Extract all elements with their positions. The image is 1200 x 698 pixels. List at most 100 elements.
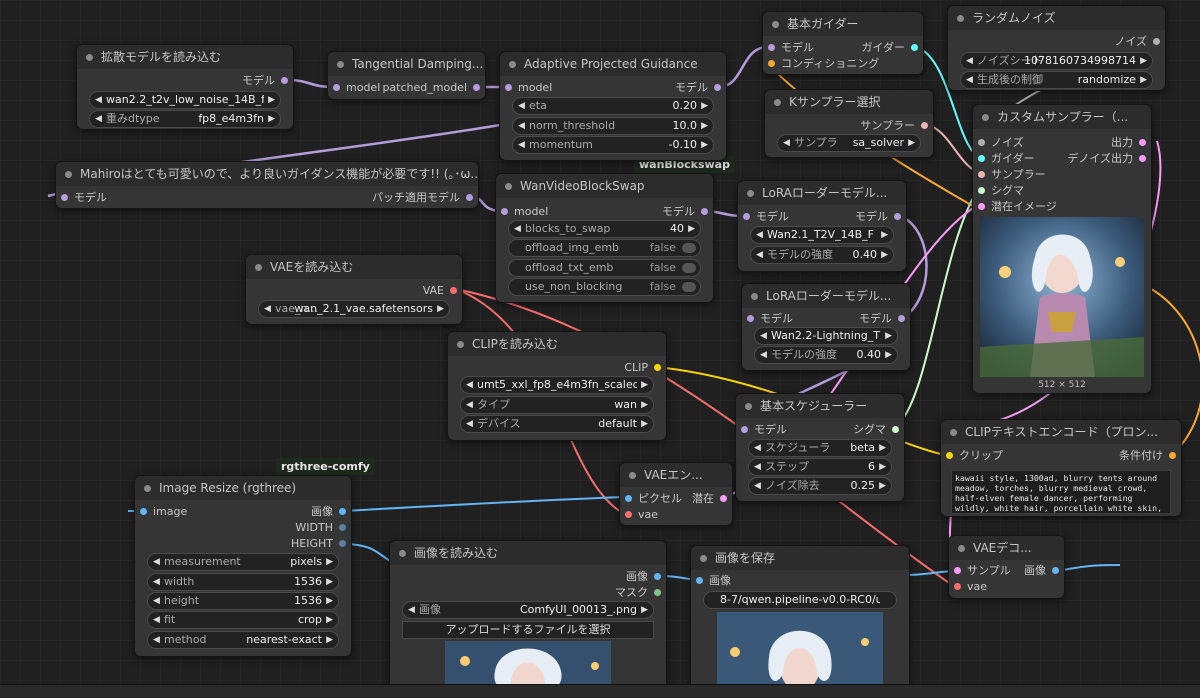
- node-title[interactable]: Kサンプラー選択: [765, 90, 933, 114]
- output-denoised-socket[interactable]: [1139, 155, 1146, 162]
- input-model-socket[interactable]: [741, 426, 748, 433]
- right-arrow-icon[interactable]: ▶: [326, 593, 333, 609]
- input-model-socket[interactable]: [743, 213, 750, 220]
- prompt-textarea[interactable]: kawaii style, 1300ad, blurry tents aroun…: [951, 470, 1171, 514]
- momentum-number[interactable]: ◀ momentum -0.10 ▶: [512, 136, 714, 154]
- right-arrow-icon[interactable]: ▶: [641, 377, 648, 393]
- node-wanvideo-blockswap[interactable]: WanVideoBlockSwap model モデル ◀ blocks_to_sw…: [495, 173, 714, 303]
- output-conditioning-socket[interactable]: [1169, 452, 1176, 459]
- right-arrow-icon[interactable]: ▶: [641, 602, 648, 618]
- node-title[interactable]: LoRAローダーモデル...: [738, 181, 906, 205]
- lora-strength-number[interactable]: ◀ モデルの強度 0.40 ▶: [754, 346, 898, 364]
- right-arrow-icon[interactable]: ▶: [268, 92, 275, 108]
- input-vae-socket[interactable]: [625, 511, 632, 518]
- node-title[interactable]: 画像を読み込む: [390, 541, 666, 565]
- output-image-socket[interactable]: [1052, 567, 1059, 574]
- control-after-generate-combo[interactable]: ◀ 生成後の制御 randomize ▶: [960, 71, 1153, 89]
- left-arrow-icon[interactable]: ◀: [754, 459, 761, 475]
- input-samples-socket[interactable]: [954, 567, 961, 574]
- lora-strength-number[interactable]: ◀ モデルの強度 0.40 ▶: [750, 246, 894, 264]
- node-vae-encode[interactable]: VAEエン... ピクセル 潜在 vae: [619, 462, 733, 526]
- input-latent-socket[interactable]: [978, 203, 985, 210]
- node-basic-guider[interactable]: 基本ガイダー モデル ガイダー コンディショニング: [762, 11, 924, 75]
- right-arrow-icon[interactable]: ▶: [688, 221, 695, 237]
- collapse-dot[interactable]: [772, 21, 779, 28]
- width-number[interactable]: ◀ width 1536 ▶: [147, 573, 339, 591]
- clip-name-combo[interactable]: ◀ umt5_xxl_fp8_e4m3fn_scaled.sa... ▶: [460, 376, 654, 394]
- left-arrow-icon[interactable]: ◀: [466, 397, 473, 413]
- lora-name-combo[interactable]: ◀ Wan2.1_T2V_14B_F ... ▶: [750, 226, 894, 244]
- collapse-dot[interactable]: [255, 264, 262, 271]
- left-arrow-icon[interactable]: ◀: [756, 227, 763, 243]
- output-model-socket[interactable]: [473, 84, 480, 91]
- collapse-dot[interactable]: [751, 293, 758, 300]
- left-arrow-icon[interactable]: ◀: [153, 612, 160, 628]
- output-model-socket[interactable]: [714, 84, 721, 91]
- denoise-number[interactable]: ◀ ノイズ除去 0.25 ▶: [748, 477, 892, 495]
- left-arrow-icon[interactable]: ◀: [518, 137, 525, 153]
- input-clip-socket[interactable]: [946, 452, 953, 459]
- output-output-socket[interactable]: [1139, 139, 1146, 146]
- right-arrow-icon[interactable]: ▶: [1140, 53, 1147, 69]
- right-arrow-icon[interactable]: ▶: [326, 632, 333, 648]
- left-arrow-icon[interactable]: ◀: [756, 247, 763, 263]
- right-arrow-icon[interactable]: ▶: [885, 328, 892, 344]
- input-model-socket[interactable]: [747, 315, 754, 322]
- node-title[interactable]: 拡散モデルを読み込む: [77, 45, 293, 69]
- collapse-dot[interactable]: [629, 472, 636, 479]
- output-model-socket[interactable]: [894, 213, 901, 220]
- output-vae-socket[interactable]: [450, 287, 457, 294]
- right-arrow-icon[interactable]: ▶: [326, 612, 333, 628]
- left-arrow-icon[interactable]: ◀: [153, 554, 160, 570]
- blocks-to-swap-number[interactable]: ◀ blocks_to_swap 40 ▶: [508, 220, 701, 238]
- collapse-dot[interactable]: [747, 190, 754, 197]
- clip-device-combo[interactable]: ◀ デバイス default ▶: [460, 415, 654, 433]
- right-arrow-icon[interactable]: ▶: [326, 574, 333, 590]
- output-sigmas-socket[interactable]: [892, 426, 899, 433]
- right-arrow-icon[interactable]: ▶: [641, 416, 648, 432]
- collapse-dot[interactable]: [86, 54, 93, 61]
- collapse-dot[interactable]: [700, 555, 707, 562]
- toggle-switch-icon[interactable]: [682, 282, 696, 292]
- output-sampler-socket[interactable]: [921, 122, 928, 129]
- node-title[interactable]: VAEデコ...: [949, 536, 1064, 560]
- node-graph-canvas[interactable]: wanBlockswap rgthree-comfy 拡散モデルを読み込む モデ…: [0, 0, 1200, 698]
- right-arrow-icon[interactable]: ▶: [879, 459, 886, 475]
- input-noise-socket[interactable]: [978, 139, 985, 146]
- output-clip-socket[interactable]: [654, 364, 661, 371]
- output-width-socket[interactable]: [339, 524, 346, 531]
- method-combo[interactable]: ◀ method nearest-exact ▶: [147, 631, 339, 649]
- node-save-image[interactable]: 画像を保存 画像 8-7/qwen.pipeline-v0.0-RC0/upsc…: [690, 545, 910, 692]
- collapse-dot[interactable]: [774, 99, 781, 106]
- left-arrow-icon[interactable]: ◀: [754, 478, 761, 494]
- node-mahiro-guidance[interactable]: Mahiroはとても可愛いので、より良いガイダンス機能が必要です!! (｡･ω.…: [55, 161, 479, 209]
- image-file-combo[interactable]: ◀ 画像 ComfyUI_00013_.png ▶: [402, 601, 654, 619]
- node-title[interactable]: Mahiroはとても可愛いので、より良いガイダンス機能が必要です!! (｡･ω.…: [56, 162, 478, 186]
- node-clip-loader[interactable]: CLIPを読み込む CLIP ◀ umt5_xxl_fp8_e4m3fn_scal…: [447, 331, 667, 441]
- output-mask-socket[interactable]: [654, 589, 661, 596]
- right-arrow-icon[interactable]: ▶: [437, 301, 444, 317]
- output-model-socket[interactable]: [898, 315, 905, 322]
- node-title[interactable]: 基本スケジューラー: [736, 394, 904, 418]
- input-model-socket[interactable]: [768, 44, 775, 51]
- vae-name-combo[interactable]: ◀ vae_n... wan_2.1_vae.safetensors ▶: [258, 300, 450, 318]
- weight-dtype-combo[interactable]: ◀ 重みdtype fp8_e4m3fn ▶: [89, 110, 281, 128]
- output-model-socket[interactable]: [701, 208, 708, 215]
- input-pixels-socket[interactable]: [625, 495, 632, 502]
- collapse-dot[interactable]: [745, 403, 752, 410]
- right-arrow-icon[interactable]: ▶: [701, 118, 708, 134]
- left-arrow-icon[interactable]: ◀: [153, 632, 160, 648]
- right-arrow-icon[interactable]: ▶: [641, 397, 648, 413]
- sampler-name-combo[interactable]: ◀ サンプラ sa_solver ▶: [777, 134, 921, 152]
- right-arrow-icon[interactable]: ▶: [268, 111, 275, 127]
- right-arrow-icon[interactable]: ▶: [881, 227, 888, 243]
- node-title[interactable]: LoRAローダーモデル...: [742, 284, 910, 308]
- node-title[interactable]: VAEを読み込む: [246, 255, 462, 279]
- node-title[interactable]: Adaptive Projected Guidance: [500, 52, 726, 76]
- right-arrow-icon[interactable]: ▶: [879, 478, 886, 494]
- input-guider-socket[interactable]: [978, 155, 985, 162]
- node-adaptive-projected-guidance[interactable]: Adaptive Projected Guidance model モデル ◀ et…: [499, 51, 727, 161]
- left-arrow-icon[interactable]: ◀: [518, 118, 525, 134]
- group-label-rgthree[interactable]: rgthree-comfy: [276, 458, 375, 475]
- node-title[interactable]: 画像を保存: [691, 546, 909, 570]
